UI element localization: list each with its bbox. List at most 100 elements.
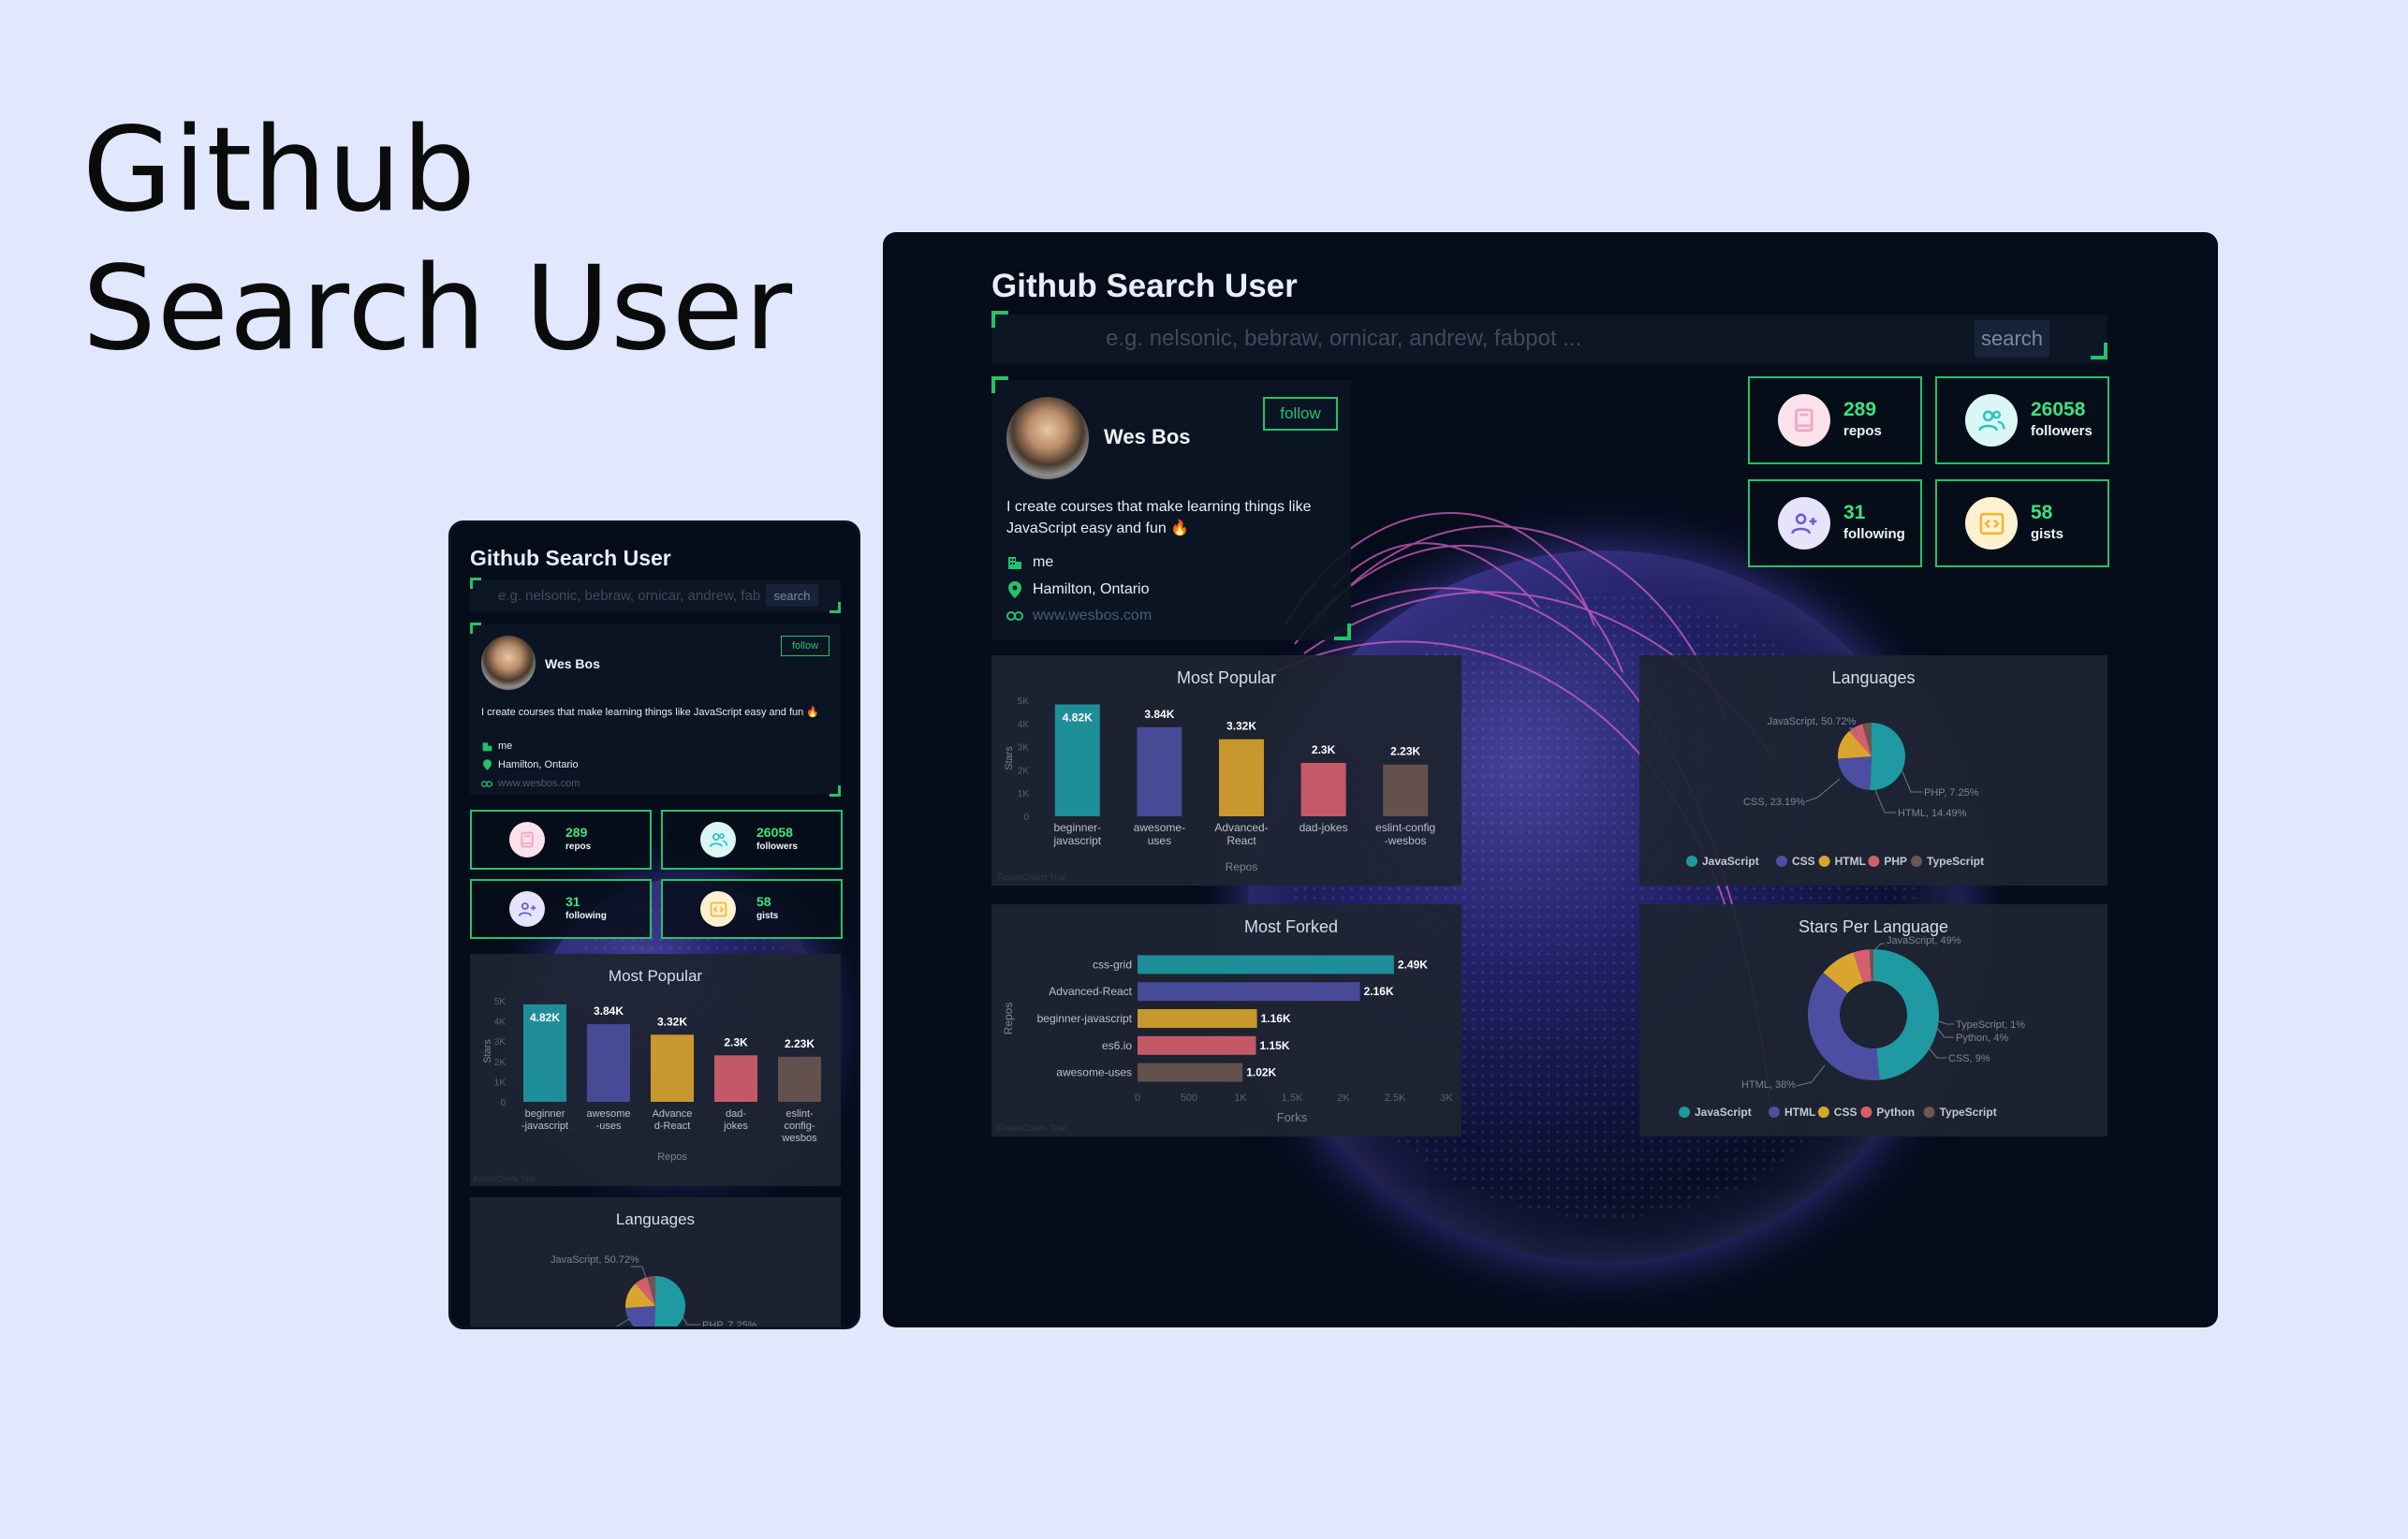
y-tick-label: beginner-javascript (1037, 1012, 1133, 1025)
y-axis-label: Stars (1004, 746, 1015, 770)
legend-item-PHP: PHP (1884, 855, 1907, 868)
y-tick-label: 3K (494, 1037, 507, 1048)
user-card: Wes Bos follow I create courses that mak… (991, 380, 1351, 640)
desktop-app-window: Github Search User search Wes Bos follow… (883, 232, 2218, 1327)
search-button[interactable]: search (766, 584, 818, 607)
legend-item-CSS: CSS (1834, 1106, 1857, 1119)
link-icon (1006, 611, 1023, 621)
follow-button[interactable]: follow (1263, 397, 1338, 431)
bar-beginner-javascript (1138, 1009, 1257, 1028)
slice-JavaScript (654, 1276, 685, 1326)
bar-value-label: 3.84K (1144, 708, 1174, 721)
y-axis-label: Stars (482, 1039, 493, 1063)
bar-value-label: 1.16K (1261, 1012, 1291, 1025)
search-button[interactable]: search (1975, 320, 2049, 358)
hero-title-line-2: Search User (82, 242, 794, 376)
slice-annotation: JavaScript, 50.72% (1768, 716, 1857, 727)
user-location: Hamilton, Ontario (1006, 581, 1150, 598)
bar-awesome-uses (1137, 726, 1182, 816)
user-blog-text[interactable]: www.wesbos.com (1033, 608, 1152, 624)
user-blog-link[interactable]: www.wesbos.com (1006, 608, 1152, 624)
stat-label: gists (756, 911, 779, 921)
repo-book-icon (1778, 394, 1830, 447)
stat-value: 26058 (756, 825, 793, 840)
user-card: Wes Bos follow I create courses that mak… (470, 624, 841, 795)
slice-annotation: JavaScript, 50.72% (551, 1254, 639, 1266)
y-tick-label: 4K (494, 1018, 507, 1028)
slice-CSS (625, 1306, 655, 1326)
bar-awesome-uses (1138, 1063, 1243, 1082)
annotation-leader (1936, 1019, 1954, 1025)
stat-label: gists (2031, 526, 2064, 542)
corner-accent (991, 376, 1008, 393)
y-tick-label: 1K (494, 1077, 507, 1088)
x-tick-label: dad- (726, 1108, 746, 1120)
y-tick-label: Advanced-React (1049, 985, 1132, 998)
slice-CSS (1838, 756, 1872, 790)
bar-value-label: 2.23K (785, 1037, 815, 1050)
bar-value-label: 3.32K (657, 1015, 687, 1028)
legend-item-TypeScript: TypeScript (1927, 855, 1984, 868)
annotation-leader (1805, 778, 1841, 802)
bar-dad-jokes (1300, 762, 1346, 816)
slice-annotation: JavaScript, 49% (1887, 935, 1961, 946)
slice-annotation: HTML, 38% (1741, 1079, 1796, 1091)
stat-label: following (565, 911, 607, 921)
stat-card-repos: 289 repos (1748, 376, 1922, 464)
x-tick-label: eslint-config (1375, 821, 1435, 834)
x-tick-label: 500 (1181, 1092, 1197, 1104)
stat-value: 31 (1843, 502, 1866, 523)
bar-value-label: 2.3K (724, 1035, 748, 1048)
slice-annotation: CSS, 9% (1948, 1053, 1990, 1064)
slice-annotation: HTML, 14.49% (1898, 808, 1967, 819)
x-tick-label: awesome (586, 1108, 630, 1120)
slice-annotation: TypeScript, 1% (1956, 1019, 2025, 1031)
code-icon (700, 891, 736, 927)
chart-credit: FusionCharts Trial (997, 1123, 1066, 1133)
x-tick-label: 0 (1135, 1092, 1140, 1104)
x-tick-label: eslint- (786, 1108, 814, 1120)
x-tick-label: 1K (1234, 1092, 1247, 1104)
stat-card-followers: 26058 followers (661, 810, 843, 870)
y-tick-label: 2K (494, 1058, 507, 1068)
corner-accent (830, 602, 841, 613)
annotation-leader (681, 1314, 700, 1326)
user-avatar (1006, 397, 1089, 479)
search-bar: search (470, 579, 841, 611)
bar-eslint-config-wesbos (778, 1056, 821, 1102)
annotation-leader (1934, 1025, 1954, 1038)
stat-card-following: 31 following (1748, 479, 1922, 567)
x-tick-label: uses (1148, 834, 1171, 847)
stat-label: repos (565, 842, 592, 852)
search-input[interactable] (991, 315, 1928, 363)
y-tick-label: 2K (1018, 766, 1030, 776)
user-blog-link[interactable]: www.wesbos.com (481, 778, 580, 789)
stat-label: followers (2031, 423, 2092, 439)
slice-JavaScript (1873, 949, 1939, 1080)
code-icon (1965, 497, 2018, 550)
follow-button[interactable]: follow (781, 636, 830, 656)
legend-marker (1776, 856, 1787, 867)
annotation-leader (1874, 943, 1885, 950)
location-pin-icon (1006, 581, 1023, 598)
slice-annotation: PHP, 7.25% (702, 1320, 757, 1329)
location-pin-icon (481, 759, 492, 770)
user-company: me (481, 740, 512, 752)
stat-label: following (1843, 526, 1905, 542)
app-title: Github Search User (470, 546, 671, 570)
y-tick-label: es6.io (1102, 1039, 1132, 1052)
stat-card-gists: 58 gists (1935, 479, 2109, 567)
bar-Advanced-React (1219, 739, 1264, 816)
search-input[interactable] (470, 579, 760, 611)
y-axis-label: Repos (1002, 1003, 1015, 1035)
corner-accent (2091, 343, 2107, 359)
user-company-text: me (1033, 554, 1054, 570)
legend-item-JavaScript: JavaScript (1702, 855, 1759, 868)
user-location-text: Hamilton, Ontario (498, 759, 579, 770)
annotation-leader (1874, 789, 1896, 813)
most-popular-chart: Most Popular 0 1K 2K 3K 4K 5K Stars 4.82K beginn… (470, 954, 841, 1186)
legend-item-HTML: HTML (1835, 855, 1866, 868)
legend-marker (1911, 856, 1922, 867)
user-company-text: me (498, 740, 513, 752)
user-blog-text[interactable]: www.wesbos.com (498, 778, 580, 789)
